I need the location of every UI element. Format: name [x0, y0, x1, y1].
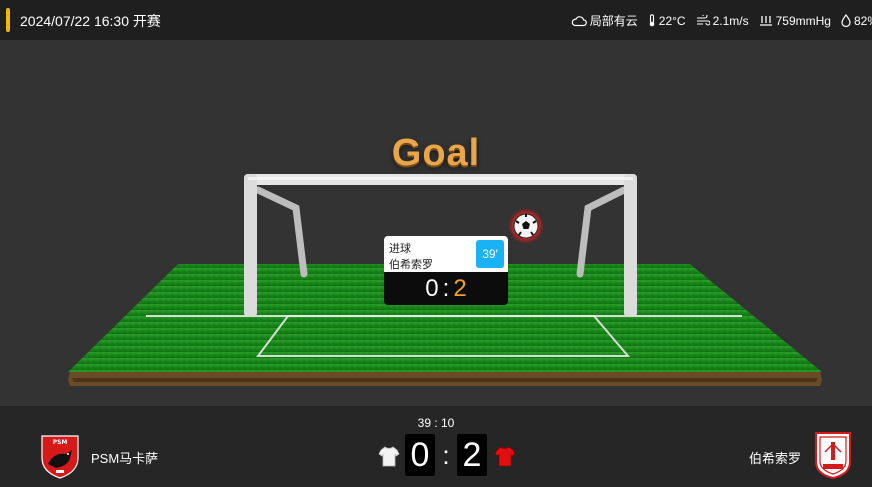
match-start-time: 2024/07/22 16:30 开赛	[20, 13, 161, 29]
weather-pressure: 759mmHg	[759, 14, 831, 28]
event-player: 伯希索罗	[389, 259, 433, 271]
goal-event-card: 进球 伯希索罗 39′ 0:2	[384, 236, 508, 305]
scoreboard-bar: 39 : 10 PSM PSM马卡萨 0 : 2 伯希索罗	[0, 406, 872, 487]
event-score-away: 2	[453, 275, 467, 302]
svg-text:PSM: PSM	[53, 439, 68, 446]
home-jersey-icon	[378, 445, 400, 472]
goal-title: Goal	[391, 132, 481, 174]
home-team-name: PSM马卡萨	[91, 451, 159, 466]
pressure-icon	[759, 15, 773, 27]
home-team-logo: PSM	[38, 430, 82, 485]
event-minute-badge: 39′	[476, 240, 504, 268]
match-clock: 39 : 10	[417, 416, 455, 430]
match-animation-stage: Goal	[0, 40, 872, 406]
away-team-name: 伯希索罗	[748, 451, 801, 466]
thermometer-icon	[648, 14, 656, 27]
weather-humidity: 82%	[841, 14, 872, 28]
cloud-icon	[571, 15, 587, 27]
humidity-icon	[841, 14, 851, 27]
accent-bar	[6, 8, 10, 32]
away-score: 2	[457, 434, 487, 476]
weather-wind: 2.1m/s	[696, 14, 749, 28]
event-type: 进球	[389, 243, 411, 255]
home-score: 0	[405, 434, 435, 476]
top-bar: 2024/07/22 16:30 开赛 局部有云 22°C 2.1m/s 759…	[0, 0, 872, 40]
away-team-logo	[813, 430, 853, 485]
wind-icon	[696, 14, 710, 27]
pitch-illustration	[68, 174, 822, 386]
weather-condition: 局部有云	[571, 12, 638, 29]
event-score-home: 0	[425, 275, 439, 302]
event-score: 0:2	[384, 272, 508, 305]
weather-info: 局部有云 22°C 2.1m/s 759mmHg 82%	[571, 12, 872, 29]
soccer-ball-icon	[508, 208, 544, 244]
away-jersey-icon	[494, 445, 516, 472]
score-separator: :	[442, 440, 450, 470]
weather-temperature: 22°C	[648, 14, 686, 28]
